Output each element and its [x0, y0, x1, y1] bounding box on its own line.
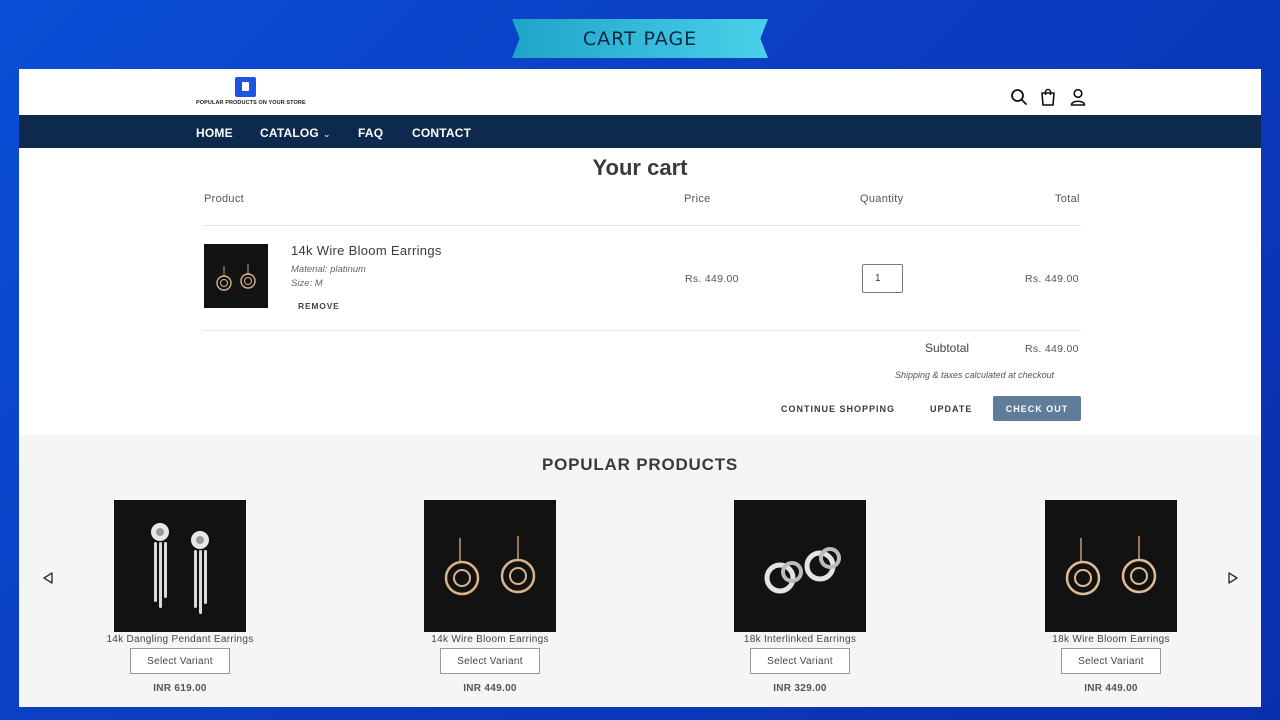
product-card: 18k Interlinked Earrings Select Variant …	[705, 500, 895, 705]
product-card: 18k Wire Bloom Earrings Select Variant I…	[1016, 500, 1206, 705]
carousel-prev-icon[interactable]	[41, 571, 55, 585]
product-name[interactable]: 18k Wire Bloom Earrings	[1016, 634, 1206, 645]
cart-page-banner: CART PAGE	[512, 19, 768, 58]
subtotal-label: Subtotal	[925, 341, 970, 355]
divider	[203, 225, 1081, 226]
nav-item-catalog[interactable]: CATALOG ⌄	[260, 126, 331, 140]
product-image[interactable]	[424, 500, 556, 632]
logo-mark-icon	[235, 77, 256, 97]
column-header-quantity: Quantity	[860, 193, 904, 205]
page-title: Your cart	[592, 155, 688, 180]
product-price: INR 449.00	[463, 683, 517, 694]
logo-text: POPULAR PRODUCTS ON YOUR STORE	[196, 100, 306, 106]
carousel-next-icon[interactable]	[1226, 571, 1240, 585]
quantity-input[interactable]	[862, 264, 903, 293]
subtotal-value: Rs. 449.00	[1025, 343, 1079, 355]
product-image[interactable]	[734, 500, 866, 632]
user-icon[interactable]	[1068, 87, 1088, 107]
product-name[interactable]: 18k Interlinked Earrings	[705, 634, 895, 645]
nav-item-contact[interactable]: CONTACT	[412, 126, 471, 140]
cart-item-price: Rs. 449.00	[685, 273, 739, 285]
banner-title: CART PAGE	[582, 27, 698, 50]
search-icon[interactable]	[1009, 87, 1029, 107]
store-logo[interactable]: POPULAR PRODUCTS ON YOUR STORE	[196, 76, 306, 110]
product-price: INR 329.00	[773, 683, 827, 694]
select-variant-button[interactable]: Select Variant	[440, 648, 540, 674]
select-variant-button[interactable]: Select Variant	[1061, 648, 1161, 674]
product-price: INR 619.00	[153, 683, 207, 694]
column-header-price: Price	[684, 193, 711, 205]
product-price: INR 449.00	[1084, 683, 1138, 694]
shipping-note: Shipping & taxes calculated at checkout	[895, 370, 1055, 380]
divider	[203, 330, 1081, 331]
cart-item-total: Rs. 449.00	[1025, 273, 1079, 285]
product-name[interactable]: 14k Wire Bloom Earrings	[395, 634, 585, 645]
product-image[interactable]	[1045, 500, 1177, 632]
remove-item-link[interactable]: REMOVE	[298, 301, 340, 311]
cart-item-image[interactable]	[204, 244, 268, 308]
select-variant-button[interactable]: Select Variant	[130, 648, 230, 674]
nav-item-home[interactable]: HOME	[196, 126, 233, 140]
product-card: 14k Wire Bloom Earrings Select Variant I…	[395, 500, 585, 705]
section-title: POPULAR PRODUCTS	[541, 455, 739, 474]
select-variant-button[interactable]: Select Variant	[750, 648, 850, 674]
column-header-product: Product	[204, 193, 245, 205]
continue-shopping-button[interactable]: CONTINUE SHOPPING	[781, 404, 895, 414]
column-header-total: Total	[1055, 193, 1080, 205]
site-header: POPULAR PRODUCTS ON YOUR STORE	[19, 69, 1261, 115]
bag-icon[interactable]	[1038, 87, 1058, 107]
store-page: POPULAR PRODUCTS ON YOUR STORE HOME CATA…	[19, 69, 1261, 707]
cart-item-material: Material: platinum	[291, 264, 366, 275]
cart-item-name[interactable]: 14k Wire Bloom Earrings	[291, 243, 442, 258]
popular-products-section: POPULAR PRODUCTS 14k Dangling Pendant Ea…	[19, 435, 1261, 707]
product-name[interactable]: 14k Dangling Pendant Earrings	[85, 634, 275, 645]
update-button[interactable]: UPDATE	[930, 404, 972, 414]
checkout-button[interactable]: CHECK OUT	[993, 396, 1081, 421]
cart-item-size: Size: M	[291, 278, 323, 289]
chevron-down-icon: ⌄	[322, 129, 331, 139]
nav-item-faq[interactable]: FAQ	[358, 126, 383, 140]
main-nav: HOME CATALOG ⌄ FAQ CONTACT	[19, 115, 1261, 148]
product-image[interactable]	[114, 500, 246, 632]
product-card: 14k Dangling Pendant Earrings Select Var…	[85, 500, 275, 705]
